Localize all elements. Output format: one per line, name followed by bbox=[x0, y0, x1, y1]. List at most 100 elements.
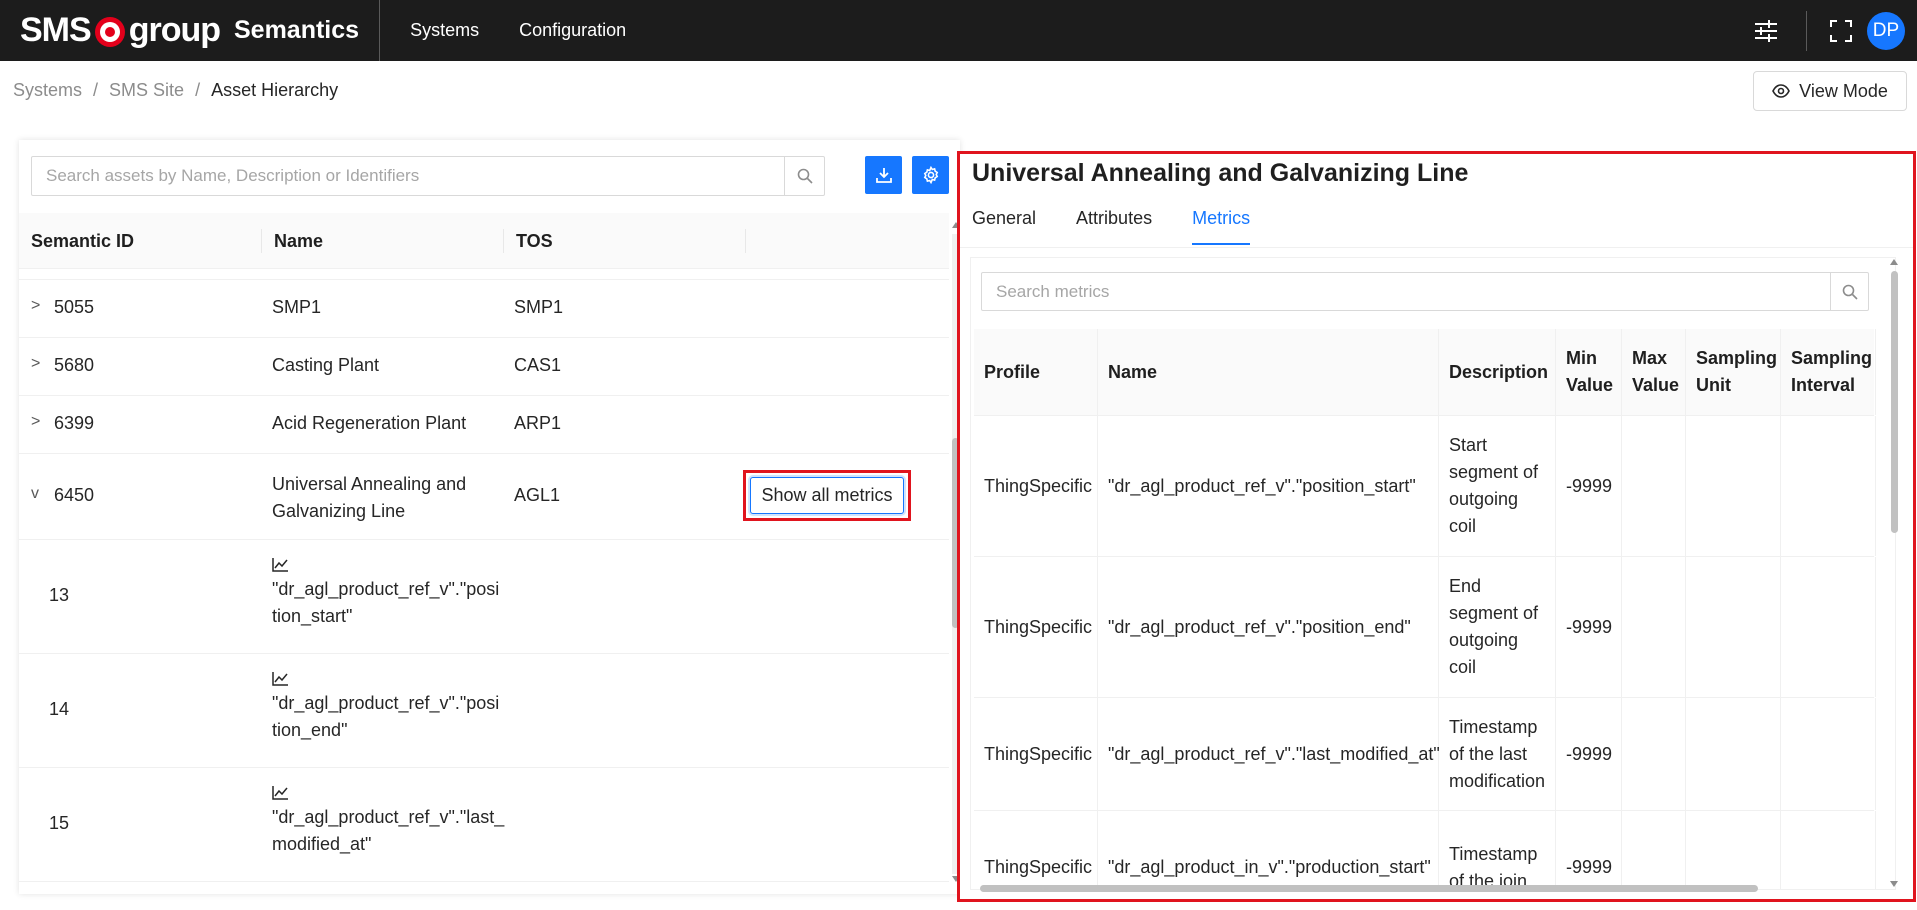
metric-name-line: tion_start" bbox=[272, 606, 353, 626]
description-line: End bbox=[1449, 576, 1482, 596]
product-name: Semantics bbox=[234, 16, 360, 44]
nav-configuration[interactable]: Configuration bbox=[499, 0, 646, 61]
scroll-up-icon[interactable] bbox=[1890, 259, 1898, 265]
chevron-right-icon[interactable]: > bbox=[31, 413, 40, 431]
metric-profile: ThingSpecific bbox=[974, 698, 1098, 810]
top-bar: SMS group Semantics Systems Configuratio… bbox=[0, 0, 1917, 61]
metric-name: "dr_agl_product_ref_v"."position_start" bbox=[1098, 416, 1439, 556]
asset-name: Acid Regeneration Plant bbox=[272, 413, 467, 433]
metric-name-line: modified_at" bbox=[272, 834, 372, 854]
logo-target-icon bbox=[94, 16, 125, 47]
column-max-value[interactable]: Max Value bbox=[1622, 329, 1686, 415]
metric-description: Start segment of outgoing coil bbox=[1439, 416, 1556, 556]
scrollbar-thumb[interactable] bbox=[1891, 271, 1898, 533]
column-tos[interactable]: TOS bbox=[504, 213, 746, 269]
metric-sampling-interval bbox=[1781, 557, 1876, 697]
metric-sampling-unit bbox=[1686, 557, 1781, 697]
table-row[interactable]: > 5055 SMP1 SMP1 bbox=[19, 280, 949, 338]
column-min-value[interactable]: Min Value bbox=[1556, 329, 1622, 415]
description-line: coil bbox=[1449, 516, 1477, 536]
description-line: modification bbox=[1449, 770, 1546, 791]
breadcrumb: Systems / SMS Site / Asset Hierarchy bbox=[13, 80, 338, 101]
asset-name: Universal Annealing and Galvanizing Line bbox=[272, 471, 466, 525]
app-logo[interactable]: SMS group Semantics bbox=[0, 0, 381, 61]
description-line: Timestamp bbox=[1449, 716, 1538, 737]
breadcrumb-current: Asset Hierarchy bbox=[211, 80, 339, 100]
table-row[interactable]: ThingSpecific "dr_agl_product_ref_v"."po… bbox=[974, 416, 1876, 557]
metrics-panel: Profile Name Description Min Value Max Val… bbox=[970, 257, 1896, 890]
semantic-id: 6450 bbox=[54, 485, 95, 505]
tab-attributes[interactable]: Attributes bbox=[1076, 208, 1152, 245]
metric-sampling-unit bbox=[1686, 811, 1781, 889]
scrollbar-thumb[interactable] bbox=[980, 885, 1758, 892]
metric-max-value bbox=[1622, 557, 1686, 697]
asset-name-line: Universal Annealing and bbox=[272, 474, 467, 494]
user-avatar[interactable]: DP bbox=[1867, 11, 1905, 50]
metrics-vertical-scrollbar[interactable] bbox=[1888, 257, 1900, 889]
metric-profile: ThingSpecific bbox=[974, 811, 1098, 889]
column-max-value-line: Value bbox=[1632, 375, 1680, 395]
divider bbox=[1806, 10, 1807, 51]
nav-systems[interactable]: Systems bbox=[390, 0, 499, 61]
metric-name-line: "dr_agl_product_ref_v"."posi bbox=[272, 579, 500, 599]
column-sampling-interval[interactable]: Sampling Interval bbox=[1781, 329, 1876, 415]
column-profile[interactable]: Profile bbox=[974, 329, 1098, 415]
metric-min-value: -9999 bbox=[1556, 811, 1622, 889]
metric-name-line: "dr_agl_product_ref_v"."posi bbox=[272, 693, 500, 713]
table-row[interactable]: > 6399 Acid Regeneration Plant ARP1 bbox=[19, 396, 949, 454]
gear-icon[interactable] bbox=[912, 156, 949, 194]
chevron-right-icon[interactable]: > bbox=[31, 297, 40, 315]
show-all-metrics-button[interactable]: Show all metrics bbox=[750, 477, 904, 514]
metric-sampling-interval bbox=[1781, 416, 1876, 556]
line-chart-icon bbox=[272, 558, 288, 572]
table-row[interactable]: 15 "dr_agl_product_ref_v"."last_ modifie… bbox=[19, 768, 949, 882]
column-sampling-interval-line: Sampling bbox=[1791, 348, 1873, 368]
fullscreen-icon[interactable] bbox=[1821, 11, 1861, 51]
description-line: Start bbox=[1449, 435, 1488, 455]
metric-sampling-unit bbox=[1686, 416, 1781, 556]
chevron-down-icon[interactable]: v bbox=[31, 485, 39, 503]
table-row[interactable]: ThingSpecific "dr_agl_product_ref_v"."la… bbox=[974, 698, 1876, 811]
asset-hierarchy-panel: Semantic ID Name TOS > 5055 SMP1 SMP1 > … bbox=[19, 140, 960, 894]
metric-description: Timestamp of the last modification bbox=[1439, 698, 1556, 810]
show-all-metrics-highlight: Show all metrics bbox=[743, 470, 911, 521]
asset-detail-panel: Universal Annealing and Galvanizing Line… bbox=[957, 151, 1916, 902]
metric-name: "dr_agl_product_ref_v"."last_ modified_a… bbox=[272, 785, 504, 858]
search-icon[interactable] bbox=[784, 157, 824, 195]
search-icon[interactable] bbox=[1830, 273, 1868, 310]
column-sampling-unit-line: Unit bbox=[1696, 375, 1731, 395]
metrics-horizontal-scrollbar[interactable] bbox=[970, 883, 1896, 893]
metrics-search-input[interactable] bbox=[982, 273, 1830, 310]
breadcrumb-separator: / bbox=[195, 80, 201, 100]
table-row[interactable]: > 5680 Casting Plant CAS1 bbox=[19, 338, 949, 396]
tab-general[interactable]: General bbox=[972, 208, 1036, 245]
sliders-icon[interactable] bbox=[1746, 11, 1786, 51]
table-row[interactable]: ThingSpecific "dr_agl_product_ref_v"."po… bbox=[974, 557, 1876, 698]
column-name[interactable]: Name bbox=[1098, 329, 1439, 415]
column-description[interactable]: Description bbox=[1439, 329, 1556, 415]
eye-icon bbox=[1772, 84, 1791, 98]
table-row[interactable]: 13 "dr_agl_product_ref_v"."posi tion_sta… bbox=[19, 540, 949, 654]
table-row[interactable]: 14 "dr_agl_product_ref_v"."posi tion_end… bbox=[19, 654, 949, 768]
breadcrumb-systems[interactable]: Systems bbox=[13, 80, 82, 101]
metric-sampling-interval bbox=[1781, 811, 1876, 889]
column-name[interactable]: Name bbox=[262, 213, 504, 269]
chevron-right-icon[interactable]: > bbox=[31, 355, 40, 373]
detail-tabs: General Attributes Metrics bbox=[972, 208, 1290, 245]
metrics-table-header: Profile Name Description Min Value Max Val… bbox=[974, 329, 1876, 416]
metric-name: "dr_agl_product_in_v"."production_start" bbox=[1098, 811, 1439, 889]
tab-metrics[interactable]: Metrics bbox=[1192, 208, 1251, 245]
asset-table-header: Semantic ID Name TOS bbox=[19, 213, 949, 269]
table-row-selected[interactable]: v 6450 Universal Annealing and Galvanizi… bbox=[19, 454, 949, 540]
breadcrumb-separator: / bbox=[93, 80, 99, 100]
asset-name: SMP1 bbox=[272, 297, 322, 317]
view-mode-button[interactable]: View Mode bbox=[1753, 71, 1907, 111]
table-row[interactable]: ThingSpecific "dr_agl_product_in_v"."pro… bbox=[974, 811, 1876, 889]
asset-search-input[interactable] bbox=[32, 157, 784, 195]
column-semantic-id[interactable]: Semantic ID bbox=[19, 213, 262, 269]
semantic-id: 6399 bbox=[54, 413, 95, 433]
download-icon[interactable] bbox=[865, 156, 902, 194]
column-sampling-unit[interactable]: Sampling Unit bbox=[1686, 329, 1781, 415]
tabs-divider bbox=[960, 247, 1913, 248]
breadcrumb-sms-site[interactable]: SMS Site bbox=[109, 80, 184, 101]
